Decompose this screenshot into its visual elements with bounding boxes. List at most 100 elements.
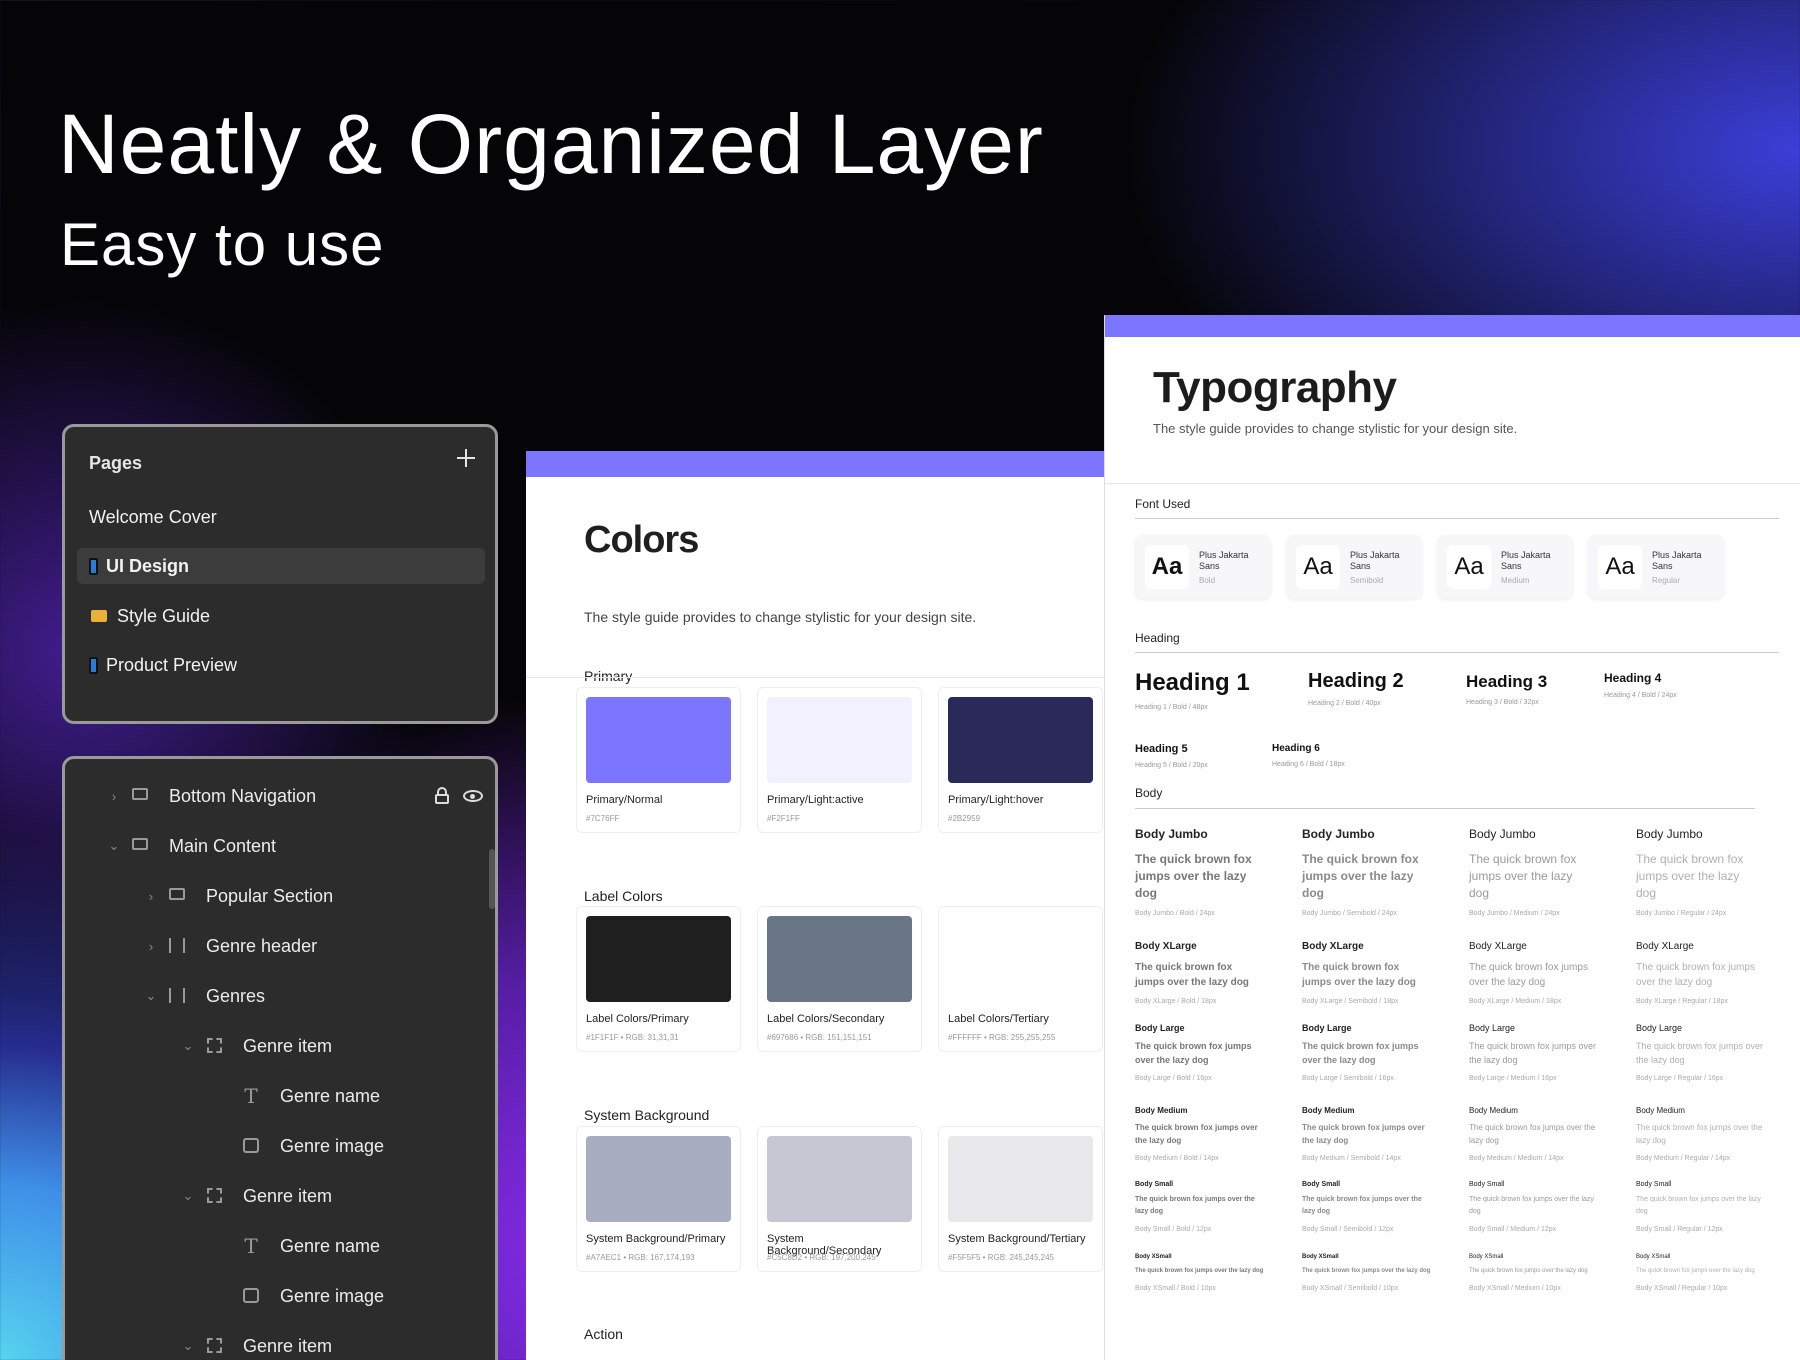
body-style-name: Body Jumbo xyxy=(1135,827,1208,841)
columns-icon xyxy=(168,988,186,1004)
chevron-down-icon[interactable]: ⌄ xyxy=(107,838,121,854)
body-sample-text: The quick brown fox jumps over the lazy … xyxy=(1469,962,1588,988)
columns-icon xyxy=(168,938,186,954)
heading-2-sample: Heading 2 xyxy=(1308,670,1404,692)
layer-label: Genre item xyxy=(243,1185,333,1206)
dashed-frame-icon xyxy=(205,1188,223,1204)
hero-title: Neatly & Organized Layer xyxy=(58,97,1044,191)
heading-3-meta: Heading 3 / Bold / 32px xyxy=(1466,699,1539,706)
layer-label: Genre image xyxy=(280,1135,385,1156)
layer-row[interactable]: Genre image xyxy=(242,1281,384,1311)
color-hex: #2B2959 xyxy=(948,814,981,823)
page-item-ui-design[interactable]: UI Design xyxy=(77,548,485,584)
body-style-name: Body Large xyxy=(1302,1023,1352,1033)
color-hex: #F5F5F5 • RGB: 245,245,245 xyxy=(948,1253,1054,1262)
chevron-right-icon[interactable]: › xyxy=(107,789,121,804)
body-style-name: Body XLarge xyxy=(1135,941,1197,952)
body-style-cell: Body Large The quick brown fox jumps over… xyxy=(1302,1023,1452,1082)
lock-icon[interactable] xyxy=(435,787,449,804)
hero-subtitle: Easy to use xyxy=(60,211,385,278)
color-swatch[interactable]: Primary/Light:active #F2F1FF xyxy=(757,687,922,833)
layer-label: Popular Section xyxy=(206,885,334,906)
color-swatch[interactable]: System Background/Tertiary #F5F5F5 • RGB:… xyxy=(938,1126,1103,1272)
heading-6-meta: Heading 6 / Bold / 18px xyxy=(1272,761,1345,768)
body-style-cell: Body Medium The quick brown fox jumps ove… xyxy=(1636,1106,1786,1162)
chevron-right-icon[interactable]: › xyxy=(144,889,158,904)
layer-row[interactable]: ⌄ Genre item xyxy=(181,1181,333,1211)
font-name: Plus Jakarta Sans xyxy=(1652,550,1702,571)
body-style-name: Body XLarge xyxy=(1302,941,1364,952)
body-sample-text: The quick brown fox jumps over the lazy … xyxy=(1302,1041,1419,1065)
layer-row[interactable]: › Bottom Navigation xyxy=(107,781,316,811)
page-item-product-preview[interactable]: Product Preview xyxy=(77,647,485,683)
text-icon: T xyxy=(244,1084,258,1108)
body-style-name: Body Small xyxy=(1636,1181,1672,1188)
page-label: UI Design xyxy=(106,555,190,576)
body-style-cell: Body Large The quick brown fox jumps over… xyxy=(1636,1023,1786,1082)
color-swatch[interactable]: Primary/Light:hover #2B2959 xyxy=(938,687,1103,833)
chevron-down-icon[interactable]: ⌄ xyxy=(181,1188,195,1204)
color-name: Primary/Light:active xyxy=(767,794,864,806)
section-title-label-colors: Label Colors xyxy=(584,888,663,904)
page-item-style-guide[interactable]: Style Guide xyxy=(77,598,485,634)
color-hex: #1F1F1F • RGB: 31,31,31 xyxy=(586,1033,679,1042)
page-item-welcome-cover[interactable]: Welcome Cover xyxy=(77,499,485,535)
color-swatch[interactable]: System Background/Primary #A7AEC1 • RGB: … xyxy=(576,1126,741,1272)
font-weight: Bold xyxy=(1199,576,1216,585)
body-sample-text: The quick brown fox jumps over the lazy … xyxy=(1135,1268,1264,1274)
layer-row[interactable]: › Popular Section xyxy=(144,881,333,911)
section-title-primary: Primary xyxy=(584,668,633,684)
heading-4-meta: Heading 4 / Bold / 24px xyxy=(1604,692,1677,699)
divider xyxy=(1135,808,1755,809)
body-style-meta: Body XSmall / Semibold / 10px xyxy=(1302,1285,1399,1292)
eye-icon[interactable] xyxy=(463,790,483,802)
layer-row[interactable]: T Genre name xyxy=(242,1081,380,1111)
body-style-name: Body Small xyxy=(1469,1181,1505,1188)
colors-title: Colors xyxy=(584,519,699,561)
divider xyxy=(1105,483,1800,484)
typography-description: The style guide provides to change styli… xyxy=(1153,421,1518,436)
body-style-cell: Body XSmall The quick brown fox jumps ove… xyxy=(1636,1254,1786,1292)
body-style-meta: Body Jumbo / Regular / 24px xyxy=(1636,910,1727,917)
dashed-frame-icon xyxy=(205,1038,223,1054)
typography-card: Typography The style guide provides to c… xyxy=(1104,315,1800,1360)
layer-row[interactable]: ⌄ Genres xyxy=(144,981,265,1011)
layer-row[interactable]: T Genre name xyxy=(242,1231,380,1261)
text-icon: T xyxy=(244,1234,258,1258)
layer-row[interactable]: ⌄ Main Content xyxy=(107,831,277,861)
add-page-icon[interactable] xyxy=(455,447,477,469)
color-swatch[interactable]: Label Colors/Secondary #697686 • RGB: 151… xyxy=(757,906,922,1052)
color-chip xyxy=(767,697,912,783)
color-swatch[interactable]: Label Colors/Primary #1F1F1F • RGB: 31,31… xyxy=(576,906,741,1052)
image-icon xyxy=(242,1138,260,1154)
body-style-cell: Body Jumbo The quick brown fox jumps over… xyxy=(1135,827,1285,917)
body-sample-text: The quick brown fox jumps over the lazy … xyxy=(1469,1196,1594,1215)
body-style-meta: Body Medium / Medium / 14px xyxy=(1469,1155,1564,1162)
layer-label: Main Content xyxy=(169,835,277,856)
chevron-down-icon[interactable]: ⌄ xyxy=(181,1338,195,1354)
color-swatch[interactable]: System Background/Secondary #C5C8D2 • RGB… xyxy=(757,1126,922,1272)
chevron-down-icon[interactable]: ⌄ xyxy=(181,1038,195,1054)
layer-row[interactable]: ⌄ Genre item xyxy=(181,1331,333,1360)
folder-icon xyxy=(91,610,107,622)
phone-icon xyxy=(89,557,98,575)
body-style-cell: Body XLarge The quick brown fox jumps ove… xyxy=(1302,941,1452,1005)
scrollbar[interactable] xyxy=(489,849,495,909)
body-style-meta: Body XLarge / Bold / 18px xyxy=(1135,998,1217,1005)
chevron-down-icon[interactable]: ⌄ xyxy=(144,988,158,1004)
section-title-system-background: System Background xyxy=(584,1107,710,1123)
color-swatch[interactable]: Label Colors/Tertiary #FFFFFF • RGB: 255,… xyxy=(938,906,1103,1052)
layer-row[interactable]: ⌄ Genre item xyxy=(181,1031,333,1061)
body-sample-text: The quick brown fox jumps over the lazy … xyxy=(1636,1268,1755,1274)
heading-2-meta: Heading 2 / Bold / 40px xyxy=(1308,700,1381,707)
body-sample-text: The quick brown fox jumps over the lazy … xyxy=(1302,1268,1431,1274)
layer-row[interactable]: › Genre header xyxy=(144,931,317,961)
dashed-frame-icon xyxy=(205,1338,223,1354)
color-chip xyxy=(948,916,1093,1002)
body-style-cell: Body Small The quick brown fox jumps over… xyxy=(1135,1181,1285,1233)
body-style-name: Body Medium xyxy=(1302,1106,1355,1115)
color-swatch[interactable]: Primary/Normal #7C76FF xyxy=(576,687,741,833)
chevron-right-icon[interactable]: › xyxy=(144,939,158,954)
layer-row[interactable]: Genre image xyxy=(242,1131,384,1161)
body-sample-text: The quick brown fox jumps over the lazy … xyxy=(1636,852,1744,900)
